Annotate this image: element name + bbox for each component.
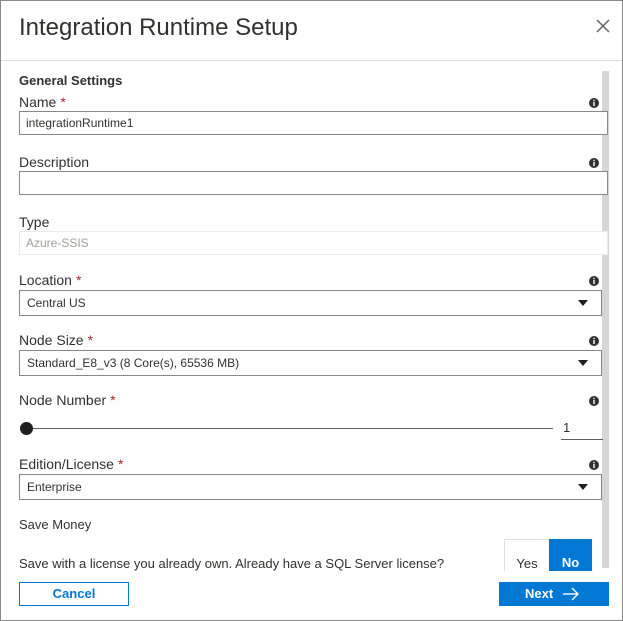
info-icon[interactable] xyxy=(589,276,599,286)
name-label-text: Name xyxy=(19,94,57,110)
info-icon[interactable] xyxy=(589,158,599,168)
node-size-dropdown[interactable]: Standard_E8_v3 (8 Core(s), 65536 MB) xyxy=(19,350,602,376)
chevron-down-icon xyxy=(578,300,588,306)
node-number-slider-thumb[interactable] xyxy=(20,422,33,435)
integration-runtime-dialog: Integration Runtime Setup General Settin… xyxy=(0,0,623,621)
chevron-down-icon xyxy=(578,360,588,366)
type-label: Type xyxy=(19,214,49,230)
header-divider xyxy=(1,60,622,61)
edition-label: Edition/License * xyxy=(19,456,123,472)
node-size-value: Standard_E8_v3 (8 Core(s), 65536 MB) xyxy=(27,356,240,370)
type-input: Azure-SSIS xyxy=(19,231,608,255)
info-icon[interactable] xyxy=(589,98,599,108)
location-dropdown[interactable]: Central US xyxy=(19,290,602,316)
type-label-text: Type xyxy=(19,214,50,230)
dialog-title: Integration Runtime Setup xyxy=(19,14,298,41)
arrow-right-icon xyxy=(563,587,579,601)
license-no-button[interactable]: No xyxy=(549,539,592,571)
name-input[interactable]: integrationRuntime1 xyxy=(19,111,608,135)
node-number-slider-track[interactable] xyxy=(26,428,553,429)
edition-value: Enterprise xyxy=(27,480,82,494)
license-yes-button[interactable]: Yes xyxy=(504,539,549,573)
edition-label-text: Edition/License xyxy=(19,456,114,472)
next-button[interactable]: Next xyxy=(499,582,609,606)
info-icon[interactable] xyxy=(589,336,599,346)
scrollbar-thumb[interactable] xyxy=(602,71,609,568)
location-value: Central US xyxy=(27,296,86,310)
node-size-label: Node Size * xyxy=(19,332,93,348)
edition-dropdown[interactable]: Enterprise xyxy=(19,474,602,500)
node-number-input[interactable]: 1 xyxy=(561,417,603,440)
location-label-text: Location xyxy=(19,272,72,288)
required-marker: * xyxy=(117,456,124,472)
info-icon[interactable] xyxy=(589,460,599,470)
save-money-label: Save Money xyxy=(19,517,92,532)
description-input[interactable] xyxy=(19,171,608,195)
required-marker: * xyxy=(60,94,66,110)
cancel-button[interactable]: Cancel xyxy=(19,582,129,606)
node-number-label: Node Number * xyxy=(19,392,116,408)
close-icon[interactable] xyxy=(594,17,612,35)
next-button-label: Next xyxy=(525,586,554,601)
description-label: Description xyxy=(19,154,89,170)
required-marker: * xyxy=(75,272,82,288)
location-label: Location * xyxy=(19,272,81,288)
node-size-label-text: Node Size xyxy=(19,332,84,348)
description-label-text: Description xyxy=(19,154,90,170)
chevron-down-icon xyxy=(578,484,588,490)
save-money-question: Save with a license you already own. Alr… xyxy=(19,556,445,571)
info-icon[interactable] xyxy=(589,396,599,406)
required-marker: * xyxy=(87,332,94,348)
node-number-label-text: Node Number xyxy=(19,392,107,408)
section-title: General Settings xyxy=(19,73,123,88)
required-marker: * xyxy=(110,392,116,408)
name-label: Name * xyxy=(19,94,66,110)
